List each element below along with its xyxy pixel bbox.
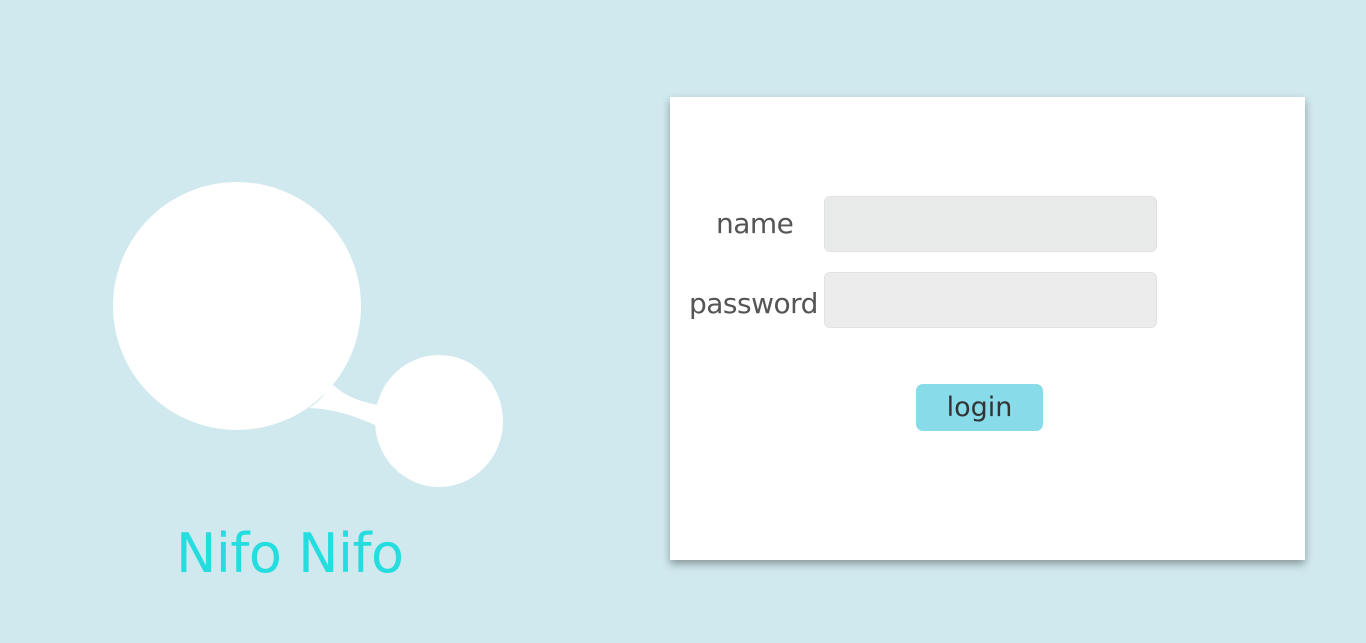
login-page: Nifo Nifo name password login: [0, 0, 1366, 643]
password-input[interactable]: [824, 272, 1157, 328]
name-input[interactable]: [824, 196, 1157, 252]
login-card: name password login: [670, 97, 1305, 560]
login-button[interactable]: login: [916, 384, 1043, 431]
brand-name: Nifo Nifo: [176, 522, 404, 585]
name-label: name: [716, 207, 794, 240]
password-label: password: [689, 287, 818, 320]
speech-bubble-icon: [113, 182, 503, 487]
